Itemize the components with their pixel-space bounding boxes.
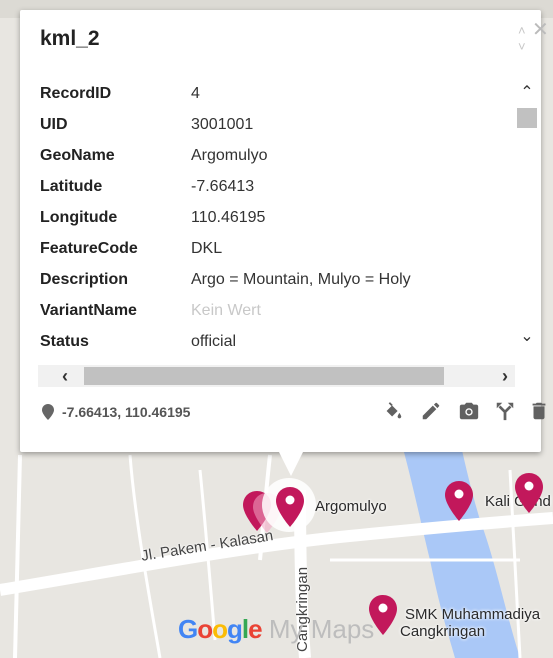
- attribute-key: Latitude: [40, 177, 103, 195]
- popup-pointer: [278, 450, 304, 476]
- location-pin-icon: [42, 404, 54, 420]
- google-logo-letter: e: [248, 614, 263, 644]
- attribute-key: GeoName: [40, 146, 115, 164]
- attribute-value: Argo = Mountain, Mulyo = Holy: [191, 270, 411, 288]
- attribute-row: Description Argo = Mountain, Mulyo = Holy: [38, 264, 515, 295]
- place-label-argomulyo: Argomulyo: [315, 498, 387, 515]
- attribute-key: Description: [40, 270, 129, 288]
- horizontal-scrollbar[interactable]: ‹ ›: [38, 365, 515, 387]
- attribute-row: UID 3001001: [38, 109, 515, 140]
- attribute-value: -7.66413: [191, 177, 255, 195]
- close-icon[interactable]: ✕: [532, 20, 549, 40]
- pencil-icon[interactable]: [420, 400, 442, 422]
- popup-title: kml_2: [40, 27, 100, 50]
- attribute-row: FeatureCode DKL: [38, 233, 515, 264]
- map-marker[interactable]: [444, 480, 474, 522]
- map-marker[interactable]: [514, 472, 544, 514]
- attribute-key: VariantName: [40, 301, 137, 319]
- scroll-up-icon[interactable]: ⌃: [517, 84, 537, 102]
- coordinates-text: -7.66413, 110.46195: [62, 404, 191, 420]
- camera-icon[interactable]: [458, 400, 480, 422]
- attribute-value: DKL: [191, 239, 223, 257]
- next-feature-icon[interactable]: ˅: [518, 40, 526, 56]
- google-logo-letter: g: [227, 614, 243, 644]
- feature-nav: ˄ ˅: [518, 24, 526, 56]
- attribute-value: 110.46195: [191, 208, 266, 226]
- scroll-down-icon[interactable]: ⌄: [517, 328, 537, 346]
- scroll-left-icon[interactable]: ‹: [54, 366, 76, 386]
- trash-icon[interactable]: [528, 400, 550, 422]
- attribute-key: Status: [40, 332, 89, 350]
- google-logo-text: Google: [178, 614, 263, 644]
- horizontal-scroll-thumb[interactable]: [84, 367, 444, 385]
- attribute-value: Kein Wert: [191, 301, 261, 319]
- attribute-value: Argomulyo: [191, 146, 268, 164]
- attribute-key: FeatureCode: [40, 239, 138, 257]
- attribute-table[interactable]: RecordID 4 UID 3001001 GeoName Argomulyo Latit…: [38, 78, 515, 371]
- attribute-value: official: [191, 332, 237, 350]
- attribute-row: RecordID 4: [38, 78, 515, 109]
- attribute-row: Status official: [38, 326, 515, 357]
- google-logo-letter: o: [197, 614, 213, 644]
- map-marker-selected[interactable]: [275, 486, 305, 528]
- attribute-value: 3001001: [191, 115, 254, 133]
- scroll-right-icon[interactable]: ›: [494, 366, 516, 386]
- vertical-scroll-thumb[interactable]: [517, 108, 537, 128]
- place-label-smk-line1: SMK Muhammadiya: [405, 606, 541, 623]
- feature-info-popup: kml_2 ˄ ˅ ✕ RecordID 4 UID 3001001 GeoName Ar…: [20, 10, 549, 452]
- popup-footer: -7.66413, 110.46195: [42, 400, 546, 424]
- attribute-row: Latitude -7.66413: [38, 171, 515, 202]
- attribute-row: VariantName Kein Wert: [38, 295, 515, 326]
- paint-bucket-icon[interactable]: [382, 400, 404, 422]
- attribute-key: UID: [40, 115, 68, 133]
- place-label-smk-line2: Cangkringan: [400, 623, 486, 640]
- my-maps-logo-text: My Maps: [261, 614, 375, 644]
- google-my-maps-logo: Google My Maps: [178, 614, 374, 645]
- directions-icon[interactable]: [494, 400, 516, 422]
- google-logo-letter: G: [178, 614, 198, 644]
- attribute-row: GeoName Argomulyo: [38, 140, 515, 171]
- prev-feature-icon[interactable]: ˄: [518, 24, 526, 40]
- google-logo-letter: o: [212, 614, 228, 644]
- attribute-key: Longitude: [40, 208, 118, 226]
- vertical-scrollbar[interactable]: ⌃ ⌄: [517, 84, 537, 352]
- attribute-row: Longitude 110.46195: [38, 202, 515, 233]
- attribute-key: RecordID: [40, 84, 112, 102]
- attribute-value: 4: [191, 84, 200, 102]
